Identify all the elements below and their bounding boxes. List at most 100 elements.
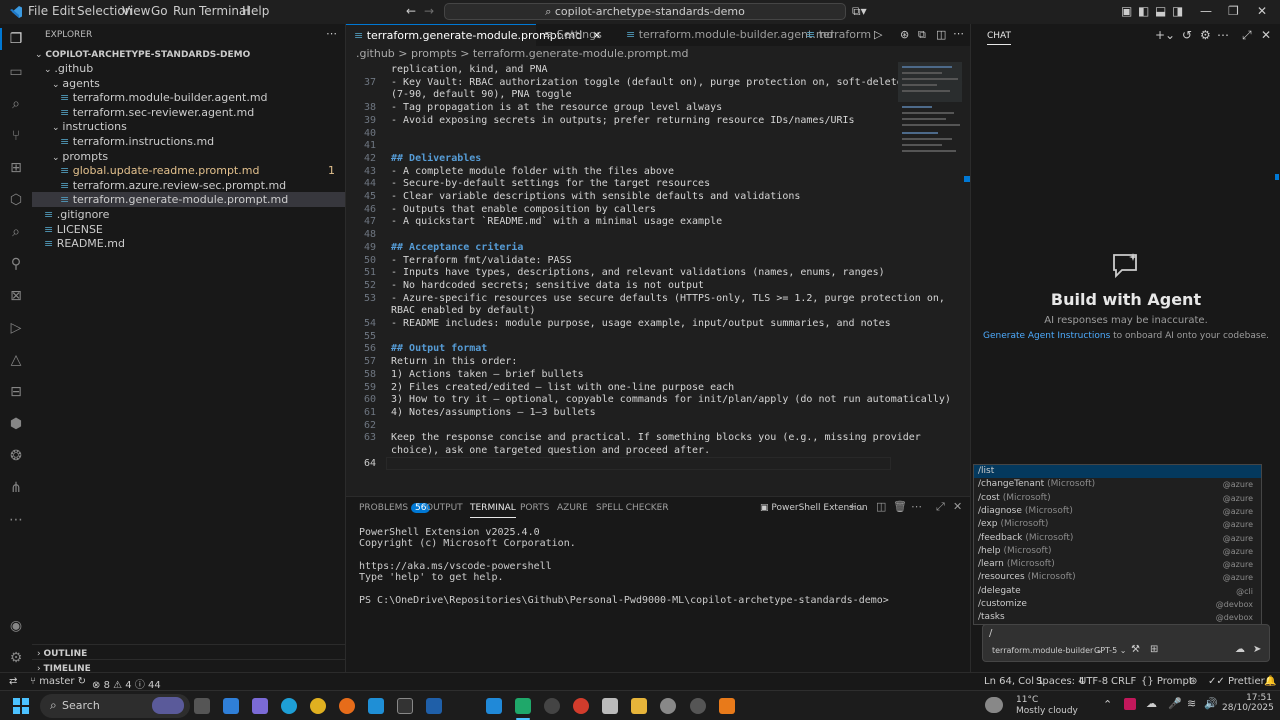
secondary-sidebar-toggle-icon[interactable]: ◨ [1172,4,1183,18]
edge-icon[interactable] [281,698,297,714]
code-line[interactable]: RBAC enabled by default) [391,305,536,316]
vscode-app-icon[interactable] [486,698,502,714]
tab-module-builder[interactable]: ≡ terraform.module-builder.agent.md [618,24,834,46]
prettier-status[interactable]: ✓✓ Prettier [1208,676,1265,687]
copilot-app-icon[interactable] [223,698,239,714]
chat-input-box[interactable]: / terraform.module-builder ⌄ GPT-5 ⌄ ⚒ ⊞… [982,624,1270,662]
new-chat-icon[interactable]: +⌄ [1155,28,1175,42]
windows-start-icon[interactable] [13,698,29,714]
panel-tab-output[interactable]: OUTPUT [426,503,463,513]
containers-icon[interactable]: ⊟ [6,382,26,402]
explorer-file[interactable]: ≡ global.update-readme.prompt.md 1 [32,163,345,178]
explorer-file[interactable]: ≡ README.md [32,236,345,251]
settings-app-icon[interactable] [660,698,676,714]
code-line[interactable]: ## Output format [391,343,487,354]
accounts-icon[interactable]: ◉ [6,616,26,636]
copilot-icon[interactable]: ⧉▾ [852,4,867,19]
code-line[interactable]: - A complete module folder with the file… [391,166,674,177]
restore-icon[interactable]: ❐ [1228,4,1239,18]
explorer-file[interactable]: ≡ terraform.sec-reviewer.agent.md [32,105,345,120]
code-line[interactable]: - Avoid exposing secrets in outputs; pre… [391,115,855,126]
code-line[interactable]: Return in this order: [391,356,517,367]
end-of-line[interactable]: CRLF [1111,676,1136,687]
delegate-icon[interactable]: ☁ [1235,644,1245,655]
run-icon[interactable]: ▷ [874,28,882,41]
remote-explorer-icon[interactable]: ▭ [6,62,26,82]
code-line[interactable]: replication, kind, and PNA [391,64,548,75]
tab-generate-module[interactable]: ≡ terraform.generate-module.prompt.md ✕ [346,24,601,46]
tools-icon[interactable]: ⚒ [1131,644,1140,655]
encoding[interactable]: UTF-8 [1079,676,1108,687]
layout-toggle-icon[interactable]: ▣ [1121,4,1132,18]
run-debug-icon[interactable]: ▷ [6,318,26,338]
code-line[interactable]: Keep the response concise and practical.… [391,432,921,443]
slash-command-item[interactable]: /delegate @cli [974,585,1261,598]
tray-chevron-icon[interactable]: ⌃ [1103,698,1112,711]
explorer-file[interactable]: ≡ terraform.module-builder.agent.md [32,90,345,105]
chrome-icon[interactable] [310,698,326,714]
slash-command-item[interactable]: /changeTenant (Microsoft) @azure [974,478,1261,491]
code-line[interactable]: ## Deliverables [391,153,481,164]
teams-icon[interactable] [252,698,268,714]
tree-icon[interactable]: ⋔ [6,478,26,498]
find-icon[interactable]: ⌕ [6,222,26,242]
slash-command-item[interactable]: /tasks @devbox [974,611,1261,624]
generate-instructions-link[interactable]: Generate Agent Instructions [983,331,1110,341]
close-panel-icon[interactable]: ✕ [953,500,962,513]
network-tool-icon[interactable] [602,698,618,714]
code-line[interactable]: ## Acceptance criteria [391,242,523,253]
code-line[interactable]: - A quickstart `README.md` with a minima… [391,216,722,227]
new-terminal-icon[interactable]: +⌄ [848,500,866,513]
chat-scrollbar[interactable] [1275,174,1279,180]
code-line[interactable]: - Outputs that enable composition by cal… [391,204,656,215]
extensions-icon[interactable]: ⊞ [6,158,26,178]
chatgpt-icon[interactable] [544,698,560,714]
clock[interactable]: 17:51 28/10/2025 [1222,693,1274,713]
code-line[interactable]: - README includes: module purpose, usage… [391,318,891,329]
kill-terminal-icon[interactable]: 🗑 [893,500,907,513]
menu-file[interactable]: File [28,4,48,18]
menu-go[interactable]: Go [151,4,168,18]
kubernetes-icon[interactable]: ⬢ [6,414,26,434]
panel-tab-azure[interactable]: AZURE [557,503,588,513]
code-line[interactable]: - Key Vault: RBAC authorization toggle (… [391,77,963,88]
explorer-file[interactable]: ≡ terraform.instructions.md [32,134,345,149]
file-explorer-icon[interactable] [631,698,647,714]
outline-section[interactable]: › OUTLINE [32,644,345,659]
model-picker[interactable]: GPT-5 ⌄ [1094,646,1126,655]
source-control-icon[interactable]: ⑂ [6,126,26,146]
explorer-file[interactable]: ≡ .gitignore [32,207,345,222]
code-line[interactable]: - Tag propagation is at the resource gro… [391,102,722,113]
slash-command-item[interactable]: /feedback (Microsoft) @azure [974,532,1261,545]
cursor-position[interactable]: Ln 64, Col 1 [984,676,1044,687]
maximize-chat-icon[interactable]: ⤢ [1242,28,1252,43]
command-center-search[interactable]: ⌕ copilot-archetype-standards-demo [444,3,846,20]
volume-icon[interactable]: 🔊 [1204,697,1218,710]
taskbar-search[interactable]: ⌕ Search [40,694,190,718]
code-line[interactable]: 3) How to try it — optional, copyable co… [391,394,951,405]
explorer-folder[interactable]: ⌄ .github [32,61,345,76]
forward-arrow-icon[interactable]: → [424,4,434,18]
git-branch[interactable]: ⑂ master ↻ [30,676,86,687]
tab-settings[interactable]: ≡ Settings [536,24,618,46]
slash-command-item[interactable]: /learn (Microsoft) @azure [974,558,1261,571]
slash-command-item[interactable]: /cost (Microsoft) @azure [974,492,1261,505]
chat-input-field[interactable]: / [989,628,992,639]
problems-summary[interactable]: ⊗ 8 ⚠ 4 ⓘ 44 [92,676,161,691]
code-line[interactable]: - Inputs have types, descriptions, and r… [391,267,885,278]
slash-command-item[interactable]: /resources (Microsoft) @azure [974,571,1261,584]
workspace-root[interactable]: ⌄ COPILOT-ARCHETYPE-STANDARDS-DEMO [32,46,345,61]
obs-icon[interactable] [690,698,706,714]
copilot-view-icon[interactable]: ⬡ [6,190,26,210]
code-line[interactable]: 2) Files created/edited — list with one-… [391,382,734,393]
explorer-icon[interactable]: ❐ [6,29,26,49]
code-line[interactable]: 1) Actions taken — brief bullets [391,369,584,380]
explorer-file[interactable]: ≡ LICENSE [32,222,345,237]
menu-run[interactable]: Run [173,4,196,18]
menu-edit[interactable]: Edit [52,4,75,18]
close-window-icon[interactable]: ✕ [1257,4,1267,18]
panel-tab-ports[interactable]: PORTS [520,503,549,513]
powershell-icon[interactable] [426,698,442,714]
panel-more-icon[interactable]: ⋯ [659,503,668,513]
close-chat-icon[interactable]: ✕ [1261,28,1271,42]
